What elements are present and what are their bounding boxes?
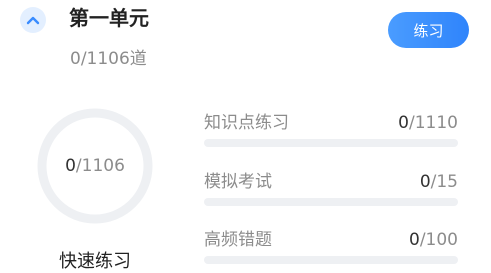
stat-total: /1110: [409, 113, 458, 133]
unit-progress-count: 0/1106道: [70, 49, 147, 69]
unit-title: 第一单元: [69, 6, 149, 30]
quick-practice-count: 0/1106: [36, 154, 154, 178]
stat-value: 0/1110: [398, 111, 458, 135]
stat-value: 0/100: [409, 228, 458, 252]
collapse-toggle-button[interactable]: [20, 7, 46, 33]
stat-progress-bar: [204, 139, 458, 147]
chevron-up-icon: [26, 16, 40, 25]
stat-label: 知识点练习: [204, 113, 289, 133]
stat-row-mock-exam[interactable]: 模拟考试 0/15: [204, 170, 458, 210]
stat-label: 模拟考试: [204, 172, 272, 192]
stat-done: 0: [408, 230, 420, 250]
stat-value: 0/15: [420, 170, 458, 194]
practice-button[interactable]: 练习: [388, 12, 469, 48]
stat-row-frequent-mistakes[interactable]: 高频错题 0/100: [204, 228, 458, 268]
quick-practice-total: /1106: [75, 156, 125, 176]
unit-card: 第一单元 0/1106道 练习 0/1106 快速练习 知识点练习 0/1110…: [0, 0, 491, 273]
quick-practice-done: 0: [65, 156, 76, 176]
stat-done: 0: [398, 113, 409, 133]
stat-done: 0: [419, 172, 431, 192]
stat-total: /15: [430, 172, 458, 192]
quick-practice-label[interactable]: 快速练习: [36, 250, 154, 273]
stat-label: 高频错题: [204, 230, 272, 250]
stat-progress-bar: [204, 198, 458, 206]
stat-total: /100: [419, 230, 458, 250]
stat-progress-bar: [204, 256, 458, 264]
stat-row-knowledge-practice[interactable]: 知识点练习 0/1110: [204, 111, 458, 151]
